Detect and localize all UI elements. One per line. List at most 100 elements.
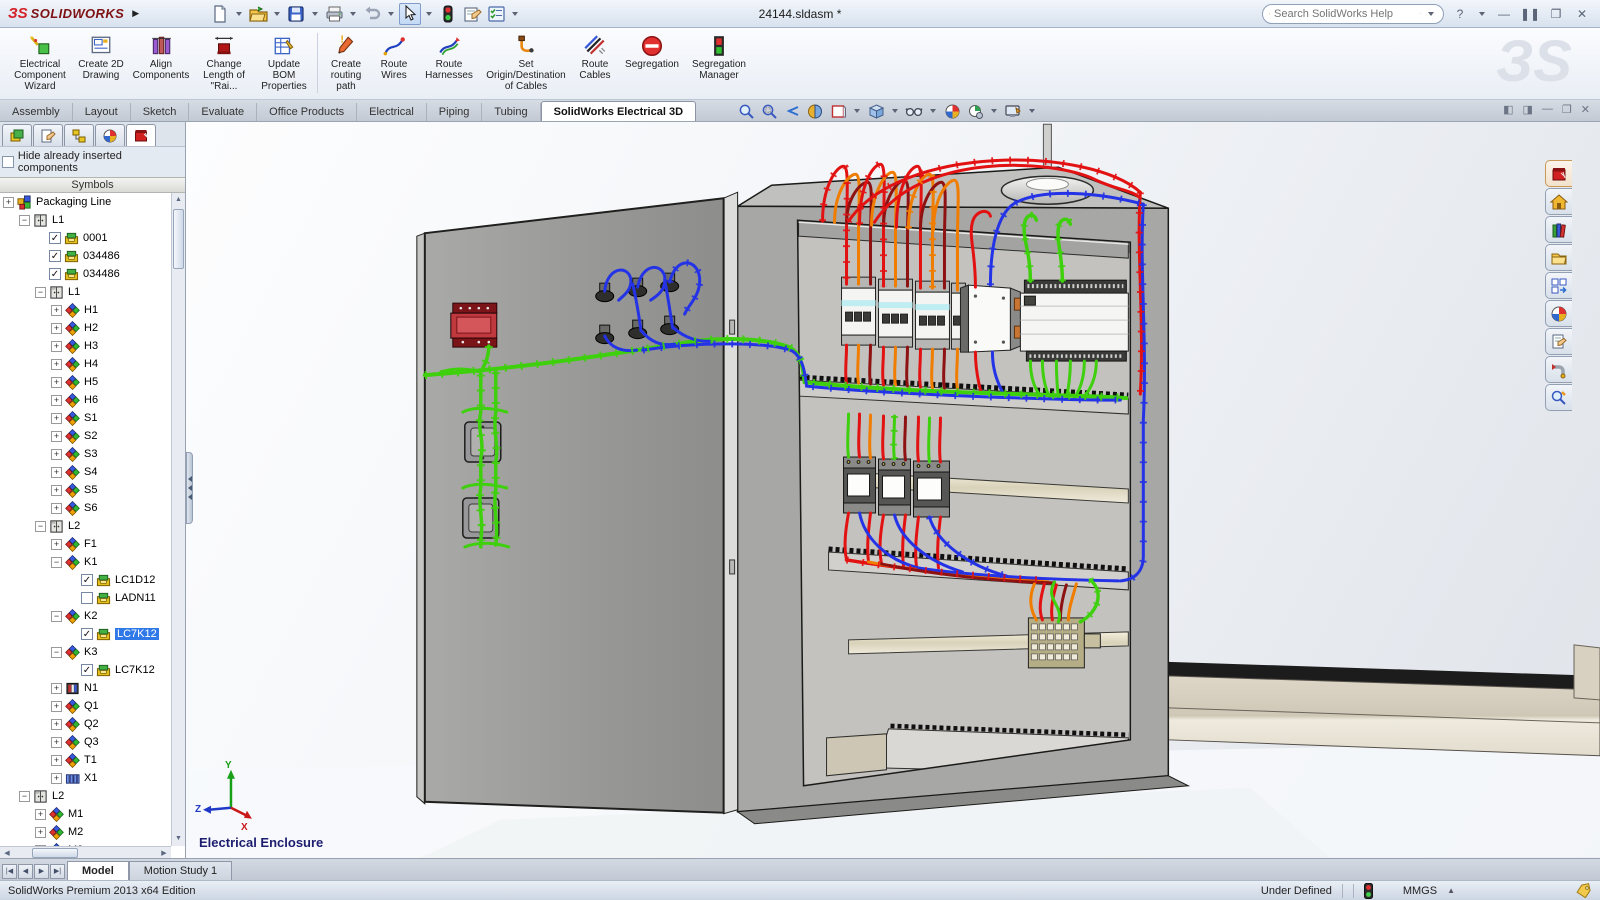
- plc-module[interactable]: [1020, 280, 1128, 361]
- display-style-icon[interactable]: [866, 101, 886, 121]
- tab-piping[interactable]: Piping: [427, 103, 483, 121]
- tree-item[interactable]: ✓ LC1D12: [0, 571, 171, 589]
- previous-view-icon[interactable]: [782, 101, 802, 121]
- tree-item[interactable]: + S3: [0, 445, 171, 463]
- tree-expander[interactable]: +: [51, 449, 62, 460]
- ribbon-change-length[interactable]: Change Length of "Rai...: [195, 31, 253, 95]
- view-orientation-icon[interactable]: [828, 101, 848, 121]
- conveyor-beam[interactable]: [1168, 645, 1600, 756]
- options-button[interactable]: [485, 3, 507, 25]
- search-wrench-icon[interactable]: [1545, 384, 1572, 411]
- graphics-viewport[interactable]: Y Z X Electrical Enclosure: [187, 122, 1600, 858]
- ribbon-create-routing-path[interactable]: !Create routing path: [322, 31, 370, 95]
- view-settings-icon[interactable]: [965, 101, 985, 121]
- tree-item[interactable]: + Q3: [0, 733, 171, 751]
- tree-expander[interactable]: +: [51, 719, 62, 730]
- last-tab-icon[interactable]: ▶|: [50, 864, 65, 879]
- feature-manager-tab-icon[interactable]: [2, 124, 32, 146]
- tree-expander[interactable]: +: [51, 359, 62, 370]
- tree-item[interactable]: − L1: [0, 211, 171, 229]
- tree-item[interactable]: + T1: [0, 751, 171, 769]
- ribbon-route-harnesses[interactable]: Route Harnesses: [418, 31, 480, 95]
- zoom-to-area-icon[interactable]: [759, 101, 779, 121]
- display-manager-tab-icon[interactable]: [95, 124, 125, 146]
- tree-item[interactable]: − K3: [0, 643, 171, 661]
- tree-item[interactable]: + H5: [0, 373, 171, 391]
- tree-item[interactable]: ✓ 0001: [0, 229, 171, 247]
- tree-item[interactable]: ✓ LC7K12: [0, 661, 171, 679]
- apply-scene-icon[interactable]: [942, 101, 962, 121]
- status-traffic-light-icon[interactable]: [1364, 883, 1373, 899]
- tree-item[interactable]: + S4: [0, 463, 171, 481]
- view-settings-dropdown-icon[interactable]: [991, 109, 997, 113]
- tree-expander[interactable]: −: [19, 215, 30, 226]
- tree-item[interactable]: − K1: [0, 553, 171, 571]
- custom-properties-document-icon[interactable]: [1545, 328, 1572, 355]
- tree-expander[interactable]: +: [51, 683, 62, 694]
- tree-checkbox[interactable]: ✓: [81, 574, 93, 586]
- tab-sketch[interactable]: Sketch: [131, 103, 190, 121]
- tab-tubing[interactable]: Tubing: [482, 103, 540, 121]
- tab-office-products[interactable]: Office Products: [257, 103, 357, 121]
- doc-cascade-icon[interactable]: ❐: [1562, 103, 1572, 116]
- tree-expander[interactable]: −: [51, 647, 62, 658]
- tree-expander[interactable]: −: [51, 557, 62, 568]
- scroll-thumb[interactable]: [173, 209, 184, 269]
- tree-expander[interactable]: +: [51, 503, 62, 514]
- save-button[interactable]: [285, 3, 307, 25]
- tree-item[interactable]: + Q1: [0, 697, 171, 715]
- contactor-main[interactable]: [960, 285, 1021, 352]
- tab-electrical[interactable]: Electrical: [357, 103, 427, 121]
- search-input[interactable]: [1274, 8, 1416, 20]
- tab-evaluate[interactable]: Evaluate: [189, 103, 257, 121]
- tree-item[interactable]: − L1: [0, 283, 171, 301]
- new-document-button[interactable]: [209, 3, 231, 25]
- next-tab-icon[interactable]: ▶: [34, 864, 49, 879]
- tree-item[interactable]: LADN11: [0, 589, 171, 607]
- minimize-button[interactable]: —: [1494, 7, 1514, 21]
- hide-show-dropdown-icon[interactable]: [930, 109, 936, 113]
- property-manager-tab-icon[interactable]: [33, 124, 63, 146]
- tab-solidworks-electrical-3d[interactable]: SolidWorks Electrical 3D: [541, 101, 696, 121]
- tree-expander[interactable]: +: [51, 323, 62, 334]
- configuration-manager-tab-icon[interactable]: [64, 124, 94, 146]
- tree-item[interactable]: + S5: [0, 481, 171, 499]
- edit-appearance-icon[interactable]: [1003, 101, 1023, 121]
- tab-layout[interactable]: Layout: [73, 103, 131, 121]
- enclosure-door[interactable]: [417, 192, 738, 814]
- tree-item[interactable]: − K2: [0, 607, 171, 625]
- cascade-windows-button[interactable]: ❐: [1546, 7, 1566, 21]
- tree-item[interactable]: + S2: [0, 427, 171, 445]
- scroll-up-icon[interactable]: ▲: [172, 193, 185, 207]
- search-dropdown-icon[interactable]: [1428, 12, 1434, 16]
- hide-inserted-checkbox[interactable]: [2, 156, 14, 168]
- tree-item[interactable]: + H1: [0, 301, 171, 319]
- tree-expander[interactable]: +: [51, 431, 62, 442]
- ribbon-create-2d-drawing[interactable]: Create 2D Drawing: [75, 31, 127, 95]
- tree-expander[interactable]: +: [51, 467, 62, 478]
- pane-right-icon[interactable]: ◨: [1523, 103, 1533, 116]
- ribbon-route-cables[interactable]: Route Cables: [572, 31, 618, 95]
- tree-expander[interactable]: +: [51, 737, 62, 748]
- tree-expander[interactable]: +: [51, 701, 62, 712]
- pane-left-icon[interactable]: ◧: [1503, 103, 1513, 116]
- select-tool-button[interactable]: [399, 3, 421, 25]
- save-dropdown-icon[interactable]: [312, 12, 318, 16]
- tree-item[interactable]: + S1: [0, 409, 171, 427]
- select-dropdown-icon[interactable]: [426, 12, 432, 16]
- tree-item[interactable]: ✓ 034486: [0, 265, 171, 283]
- undo-dropdown-icon[interactable]: [388, 12, 394, 16]
- tree-expander[interactable]: +: [51, 341, 62, 352]
- ribbon-electrical-component-wizard[interactable]: Electrical Component Wizard: [7, 31, 73, 95]
- tree-item[interactable]: ✓ LC7K12: [0, 625, 171, 643]
- view-orientation-dropdown-icon[interactable]: [854, 109, 860, 113]
- tree-item[interactable]: + F1: [0, 535, 171, 553]
- tree-item[interactable]: + M1: [0, 805, 171, 823]
- new-dropdown-icon[interactable]: [236, 12, 242, 16]
- tree-item[interactable]: + S6: [0, 499, 171, 517]
- tree-vertical-scrollbar[interactable]: ▲ ▼: [171, 193, 185, 846]
- file-explorer-folder-icon[interactable]: [1545, 244, 1572, 271]
- tree-checkbox[interactable]: ✓: [81, 628, 93, 640]
- tree-expander[interactable]: +: [35, 809, 46, 820]
- zoom-to-fit-icon[interactable]: [736, 101, 756, 121]
